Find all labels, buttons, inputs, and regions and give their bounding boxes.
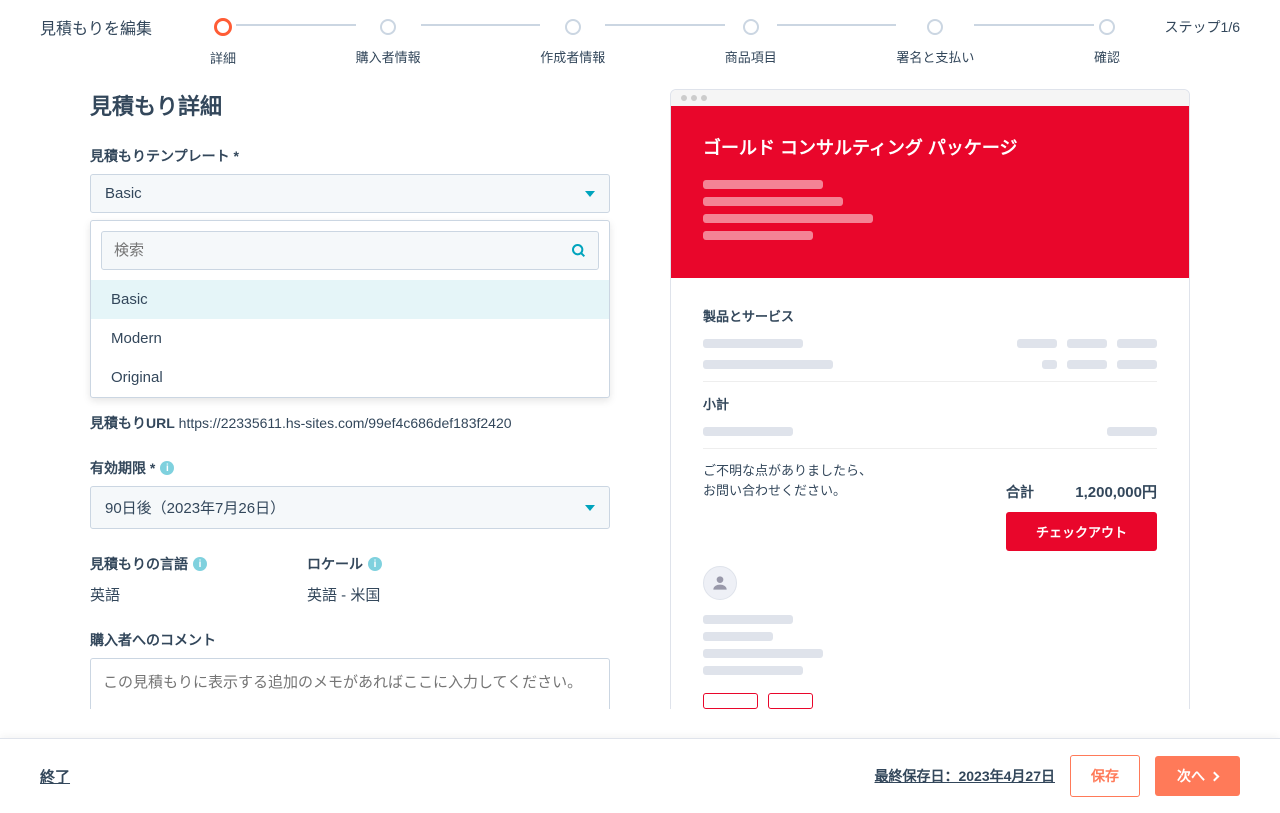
template-select[interactable]: Basic xyxy=(90,174,610,213)
preview-window: ゴールド コンサルティング パッケージ 製品とサービス 小計 ご不明な点がありま… xyxy=(670,89,1190,709)
step-circle-icon xyxy=(565,19,581,35)
subtotal-label: 小計 xyxy=(703,394,1157,413)
page-header: 見積もりを編集 詳細 購入者情報 作成者情報 商品項目 署名と支払い 確認 xyxy=(0,0,1280,49)
step-confirm[interactable]: 確認 xyxy=(1094,19,1120,66)
step-creator-info[interactable]: 作成者情報 xyxy=(540,19,605,66)
template-search-input[interactable] xyxy=(101,231,599,270)
checkout-button[interactable]: チェックアウト xyxy=(1006,512,1157,551)
step-buyer-info[interactable]: 購入者情報 xyxy=(356,19,421,66)
comment-label: 購入者へのコメント xyxy=(90,630,610,650)
step-details[interactable]: 詳細 xyxy=(210,18,236,67)
save-button[interactable]: 保存 xyxy=(1070,755,1140,797)
preview-column: ゴールド コンサルティング パッケージ 製品とサービス 小計 ご不明な点がありま… xyxy=(670,89,1190,689)
footer-bar: 終了 最終保存日：2023年4月27日 保存 次へ xyxy=(0,738,1280,813)
language-value: 英語 xyxy=(90,584,207,605)
step-counter: ステップ1/6 xyxy=(1165,17,1240,37)
preview-body: 製品とサービス 小計 ご不明な点がありましたら、 お問い合わせください。 合計 xyxy=(671,278,1189,709)
last-saved-text: 最終保存日：2023年4月27日 xyxy=(874,766,1055,786)
comment-textarea[interactable] xyxy=(90,658,610,709)
template-option-original[interactable]: Original xyxy=(91,358,609,397)
quote-url-row: 見積もりURL https://22335611.hs-sites.com/99… xyxy=(90,413,610,433)
products-label: 製品とサービス xyxy=(703,306,1157,325)
language-label: 見積もりの言語 i xyxy=(90,554,207,574)
expiry-select[interactable]: 90日後（2023年7月26日） xyxy=(90,486,610,529)
next-button[interactable]: 次へ xyxy=(1155,756,1240,796)
template-option-basic[interactable]: Basic xyxy=(91,280,609,319)
chevron-down-icon xyxy=(585,191,595,197)
preview-chrome xyxy=(671,90,1189,106)
search-icon xyxy=(571,243,587,264)
locale-value: 英語 - 米国 xyxy=(307,584,382,605)
step-circle-icon xyxy=(927,19,943,35)
info-icon[interactable]: i xyxy=(160,461,174,475)
step-line-items[interactable]: 商品項目 xyxy=(725,19,777,66)
chevron-right-icon xyxy=(1210,771,1220,781)
template-option-modern[interactable]: Modern xyxy=(91,319,609,358)
step-signature[interactable]: 署名と支払い xyxy=(896,19,974,66)
info-icon[interactable]: i xyxy=(368,557,382,571)
preview-header: ゴールド コンサルティング パッケージ xyxy=(671,106,1189,278)
step-circle-icon xyxy=(743,19,759,35)
info-icon[interactable]: i xyxy=(193,557,207,571)
stepper: 詳細 購入者情報 作成者情報 商品項目 署名と支払い 確認 xyxy=(210,18,1120,67)
template-label: 見積もりテンプレート * xyxy=(90,146,610,166)
expiry-label: 有効期限 * i xyxy=(90,458,610,478)
form-heading: 見積もり詳細 xyxy=(90,89,610,121)
page-title: 見積もりを編集 xyxy=(40,15,152,39)
contact-text: ご不明な点がありましたら、 お問い合わせください。 xyxy=(703,461,872,500)
template-dropdown[interactable]: Basic Basic Modern Original xyxy=(90,174,610,213)
step-circle-icon xyxy=(1099,19,1115,35)
template-dropdown-panel: Basic Modern Original xyxy=(90,220,610,398)
exit-link[interactable]: 終了 xyxy=(40,766,70,787)
chevron-down-icon xyxy=(585,505,595,511)
form-column: 見積もり詳細 見積もりテンプレート * Basic Basic Modern O… xyxy=(90,89,610,689)
avatar-icon xyxy=(703,566,737,600)
step-circle-icon xyxy=(214,18,232,36)
step-circle-icon xyxy=(380,19,396,35)
locale-label: ロケール i xyxy=(307,554,382,574)
